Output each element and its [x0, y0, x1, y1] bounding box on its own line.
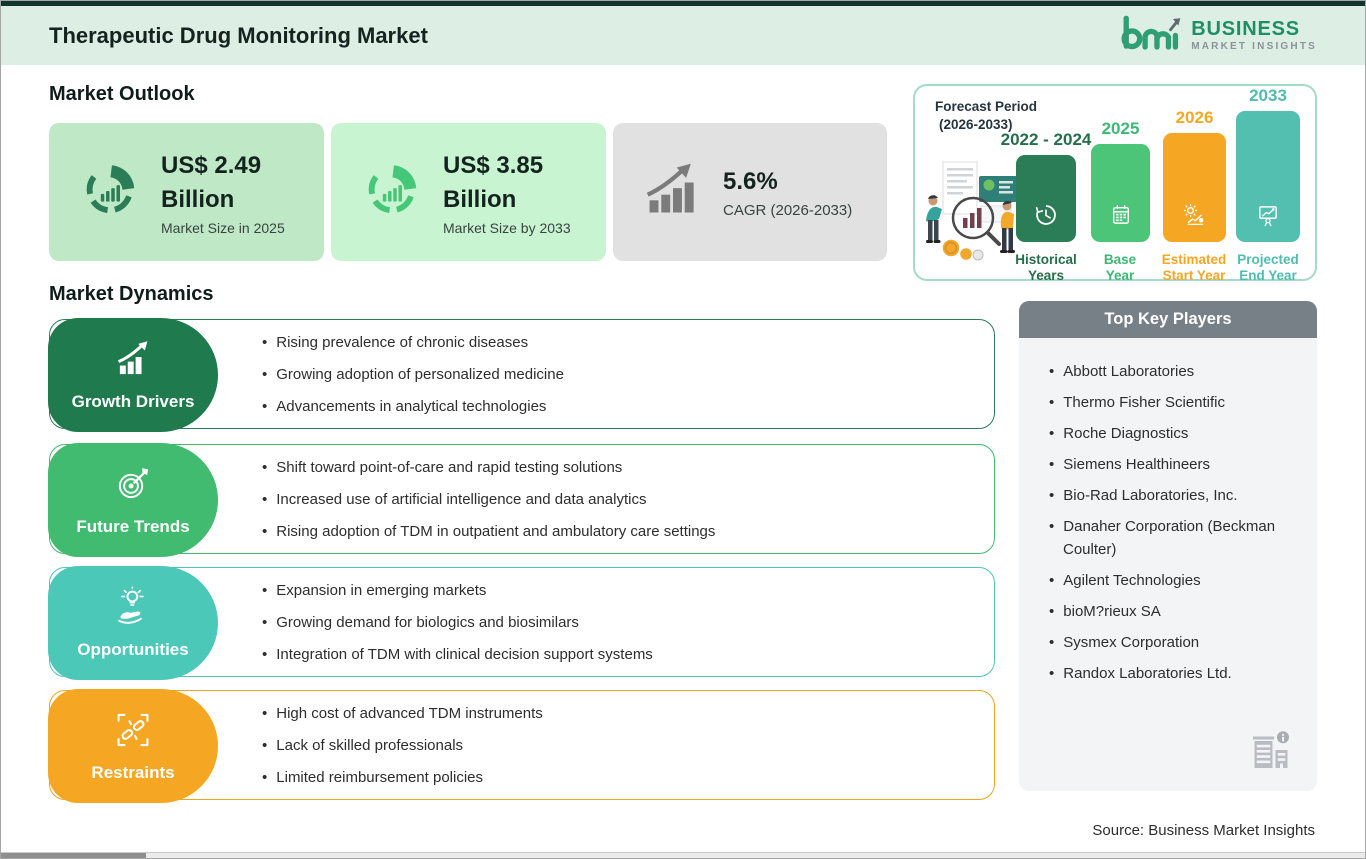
market-size-unit: Billion	[443, 185, 517, 213]
opportunities-bullets: Expansion in emerging markets Growing de…	[262, 568, 978, 676]
bullet-item: Integration of TDM with clinical decisio…	[262, 646, 978, 663]
forecast-bar-projected-end: 2033	[1236, 86, 1300, 242]
list-item: Sysmex Corporation	[1049, 631, 1291, 654]
bmi-logo-mark-icon	[1118, 10, 1182, 61]
card-text: 5.6% CAGR (2026-2033)	[723, 165, 852, 219]
market-size-2033-card: US$ 3.85 Billion Market Size by 2033	[331, 123, 606, 261]
market-size-unit: Billion	[161, 185, 235, 213]
hand-bulb-icon	[112, 586, 154, 633]
top-key-players-panel: Top Key Players Abbott Laboratories Ther…	[1019, 301, 1317, 791]
growth-drivers-bullets: Rising prevalence of chronic diseases Gr…	[262, 320, 978, 428]
future-trends-bullets: Shift toward point-of-care and rapid tes…	[262, 445, 978, 553]
list-item: Danaher Corporation (Beckman Coulter)	[1049, 515, 1291, 561]
bar-year-label: 2025	[1101, 119, 1140, 138]
card-text: US$ 2.49 Billion Market Size in 2025	[161, 149, 285, 236]
bullet-item: Growing adoption of personalized medicin…	[262, 366, 978, 383]
market-size-value: US$ 3.85	[443, 151, 544, 179]
growth-chart-icon	[112, 338, 154, 385]
market-size-2025-card: US$ 2.49 Billion Market Size in 2025	[49, 123, 324, 261]
restraints-bullets: High cost of advanced TDM instruments La…	[262, 691, 978, 799]
forecast-bar-base: 2025	[1091, 119, 1150, 242]
list-item: Roche Diagnostics	[1049, 422, 1291, 445]
market-outlook-heading: Market Outlook	[49, 83, 195, 105]
market-size-caption: Market Size by 2033	[443, 219, 571, 236]
list-item: bioM?rieux SA	[1049, 600, 1291, 623]
calendar-icon	[1108, 202, 1134, 233]
list-item: Bio-Rad Laboratories, Inc.	[1049, 484, 1291, 507]
donut-bars-icon	[79, 159, 141, 226]
market-size-value: US$ 2.49	[161, 151, 262, 179]
bullet-item: Advancements in analytical technologies	[262, 398, 978, 415]
target-icon	[112, 463, 154, 510]
horizontal-scrollbar[interactable]	[1, 852, 1365, 858]
history-clock-icon	[1033, 202, 1059, 233]
list-item: Abbott Laboratories	[1049, 360, 1291, 383]
list-item: Agilent Technologies	[1049, 569, 1291, 592]
broken-link-icon	[112, 709, 154, 756]
bar-year-label: 2022 - 2024	[1000, 130, 1092, 149]
list-item: Thermo Fisher Scientific	[1049, 391, 1291, 414]
list-item: Randox Laboratories Ltd.	[1049, 662, 1291, 685]
bullet-item: Lack of skilled professionals	[262, 737, 978, 754]
bar-caption: Projected End Year	[1237, 252, 1299, 283]
row-label: Opportunities	[77, 640, 189, 659]
future-trends-row: Future Trends Shift toward point-of-care…	[48, 443, 995, 557]
forecast-bar-historical: 2022 - 2024	[1001, 130, 1091, 242]
scrollbar-thumb[interactable]	[1, 853, 146, 858]
forecast-period-panel: Forecast Period (2026-2033) 2022 - 2024 …	[913, 84, 1317, 283]
opportunities-row: Opportunities Expansion in emerging mark…	[48, 566, 995, 680]
row-label: Restraints	[91, 763, 175, 782]
cagr-card: 5.6% CAGR (2026-2033)	[613, 123, 887, 261]
bullet-item: Rising prevalence of chronic diseases	[262, 334, 978, 351]
growth-chart-icon	[643, 160, 703, 225]
logo-text: BUSINESS MARKET INSIGHTS	[1191, 17, 1317, 53]
page-title: Therapeutic Drug Monitoring Market	[49, 22, 428, 48]
bullet-item: High cost of advanced TDM instruments	[262, 705, 978, 722]
restraints-row: Restraints High cost of advanced TDM ins…	[48, 689, 995, 803]
forecast-bar-estimated-start: 2026	[1163, 108, 1226, 242]
bullet-item: Rising adoption of TDM in outpatient and…	[262, 523, 978, 540]
future-trends-label: Future Trends	[48, 443, 218, 557]
donut-bars-icon	[361, 159, 423, 226]
bar-year-label: 2033	[1249, 86, 1287, 105]
gear-chart-icon	[1182, 202, 1208, 233]
bullet-item: Growing demand for biologics and biosimi…	[262, 614, 978, 631]
cagr-caption: CAGR (2026-2033)	[723, 202, 853, 219]
list-item: Siemens Healthineers	[1049, 453, 1291, 476]
bullet-item: Expansion in emerging markets	[262, 582, 978, 599]
bar-year-label: 2026	[1175, 108, 1214, 127]
infographic-page: Therapeutic Drug Monitoring Market BUSIN…	[0, 0, 1366, 859]
key-players-heading: Top Key Players	[1019, 301, 1317, 338]
forecast-title: Forecast Period	[935, 99, 1038, 114]
presentation-icon	[1255, 202, 1281, 233]
bullet-item: Shift toward point-of-care and rapid tes…	[262, 459, 978, 476]
card-text: US$ 3.85 Billion Market Size by 2033	[443, 149, 571, 236]
building-info-icon	[1247, 726, 1295, 779]
growth-drivers-row: Growth Drivers Rising prevalence of chro…	[48, 318, 995, 432]
bullet-item: Increased use of artificial intelligence…	[262, 491, 978, 508]
source-credit: Source: Business Market Insights	[1092, 822, 1315, 839]
bmi-logo: BUSINESS MARKET INSIGHTS	[1118, 10, 1317, 61]
key-players-list: Abbott Laboratories Thermo Fisher Scient…	[1049, 360, 1291, 685]
market-dynamics-heading: Market Dynamics	[49, 283, 214, 305]
cagr-value: 5.6%	[723, 168, 778, 195]
restraints-label: Restraints	[48, 689, 218, 803]
opportunities-label: Opportunities	[48, 566, 218, 680]
row-label: Growth Drivers	[71, 392, 195, 411]
bullet-item: Limited reimbursement policies	[262, 769, 978, 786]
header: Therapeutic Drug Monitoring Market BUSIN…	[1, 6, 1365, 65]
logo-market-insights: MARKET INSIGHTS	[1191, 40, 1317, 52]
growth-drivers-label: Growth Drivers	[48, 318, 218, 432]
row-label: Future Trends	[76, 517, 190, 536]
market-size-caption: Market Size in 2025	[161, 219, 285, 236]
logo-business: BUSINESS	[1191, 17, 1300, 40]
key-players-body: Abbott Laboratories Thermo Fisher Scient…	[1019, 338, 1317, 791]
